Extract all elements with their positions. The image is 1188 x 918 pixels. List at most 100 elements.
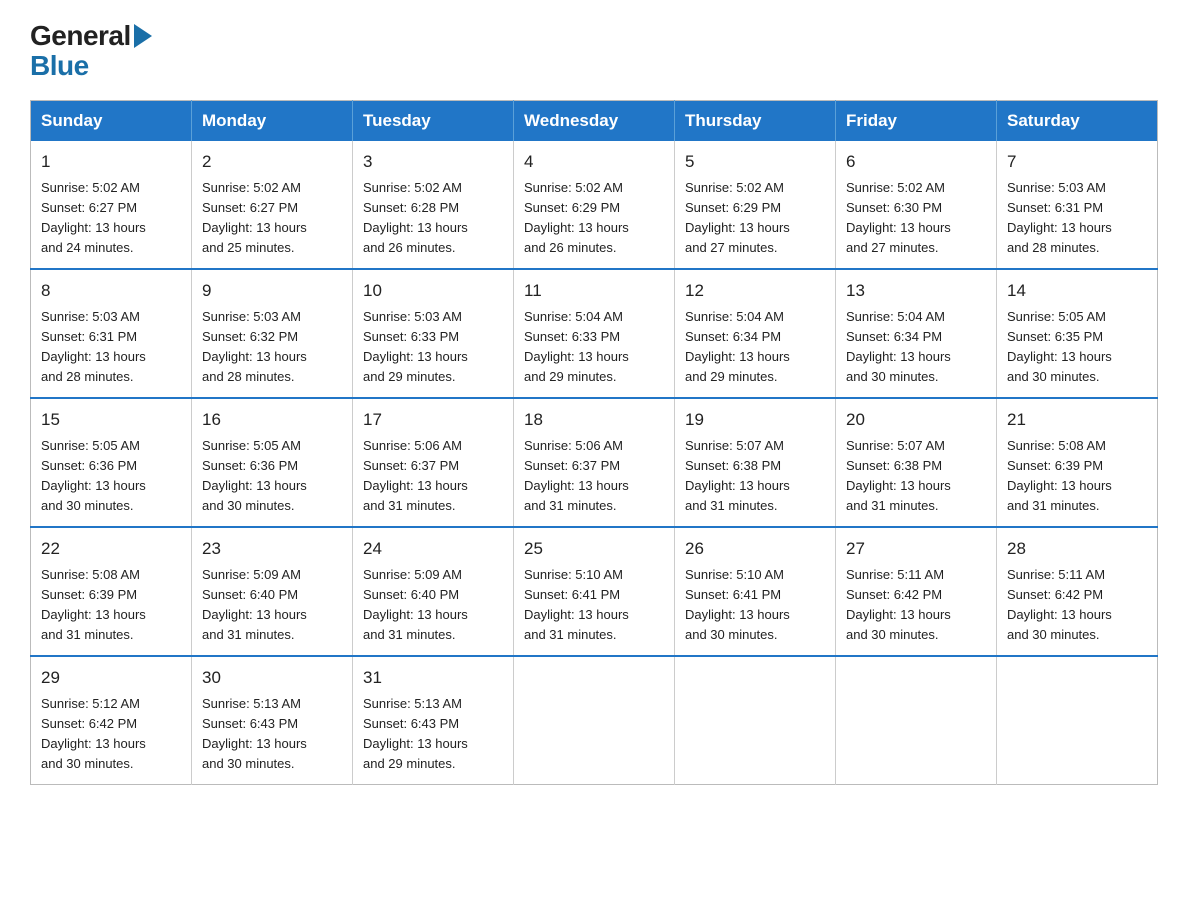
- page-header: General Blue: [30, 20, 1158, 82]
- day-info: Sunrise: 5:02 AMSunset: 6:29 PMDaylight:…: [524, 178, 664, 259]
- calendar-week-row: 8Sunrise: 5:03 AMSunset: 6:31 PMDaylight…: [31, 269, 1158, 398]
- calendar-day-cell: 21 Sunrise: 5:08 AMSunset: 6:39 PMDayligh…: [997, 398, 1158, 527]
- day-info: Sunrise: 5:05 AMSunset: 6:36 PMDaylight:…: [202, 436, 342, 517]
- day-info: Sunrise: 5:07 AMSunset: 6:38 PMDaylight:…: [846, 436, 986, 517]
- day-number: 14: [1007, 278, 1147, 304]
- day-number: 25: [524, 536, 664, 562]
- day-info: Sunrise: 5:10 AMSunset: 6:41 PMDaylight:…: [524, 565, 664, 646]
- day-info: Sunrise: 5:08 AMSunset: 6:39 PMDaylight:…: [41, 565, 181, 646]
- calendar-day-cell: 18 Sunrise: 5:06 AMSunset: 6:37 PMDayligh…: [514, 398, 675, 527]
- day-number: 6: [846, 149, 986, 175]
- day-info: Sunrise: 5:06 AMSunset: 6:37 PMDaylight:…: [524, 436, 664, 517]
- day-info: Sunrise: 5:03 AMSunset: 6:32 PMDaylight:…: [202, 307, 342, 388]
- day-info: Sunrise: 5:11 AMSunset: 6:42 PMDaylight:…: [1007, 565, 1147, 646]
- calendar-week-row: 15Sunrise: 5:05 AMSunset: 6:36 PMDayligh…: [31, 398, 1158, 527]
- day-number: 19: [685, 407, 825, 433]
- day-number: 9: [202, 278, 342, 304]
- calendar-day-cell: 26 Sunrise: 5:10 AMSunset: 6:41 PMDayligh…: [675, 527, 836, 656]
- calendar-day-cell: 29 Sunrise: 5:12 AMSunset: 6:42 PMDayligh…: [31, 656, 192, 785]
- day-info: Sunrise: 5:07 AMSunset: 6:38 PMDaylight:…: [685, 436, 825, 517]
- calendar-day-cell: [675, 656, 836, 785]
- calendar-day-cell: 3 Sunrise: 5:02 AMSunset: 6:28 PMDaylight…: [353, 141, 514, 269]
- col-header-wednesday: Wednesday: [514, 101, 675, 142]
- calendar-day-cell: 30 Sunrise: 5:13 AMSunset: 6:43 PMDayligh…: [192, 656, 353, 785]
- calendar-day-cell: 23 Sunrise: 5:09 AMSunset: 6:40 PMDayligh…: [192, 527, 353, 656]
- day-number: 21: [1007, 407, 1147, 433]
- calendar-day-cell: 15Sunrise: 5:05 AMSunset: 6:36 PMDayligh…: [31, 398, 192, 527]
- day-number: 1: [41, 149, 181, 175]
- day-info: Sunrise: 5:02 AMSunset: 6:28 PMDaylight:…: [363, 178, 503, 259]
- calendar-table: SundayMondayTuesdayWednesdayThursdayFrid…: [30, 100, 1158, 785]
- logo-general-text: General: [30, 20, 131, 52]
- day-info: Sunrise: 5:03 AMSunset: 6:31 PMDaylight:…: [1007, 178, 1147, 259]
- day-info: Sunrise: 5:02 AMSunset: 6:27 PMDaylight:…: [41, 178, 181, 259]
- day-number: 2: [202, 149, 342, 175]
- calendar-day-cell: 24 Sunrise: 5:09 AMSunset: 6:40 PMDayligh…: [353, 527, 514, 656]
- col-header-thursday: Thursday: [675, 101, 836, 142]
- day-number: 31: [363, 665, 503, 691]
- day-info: Sunrise: 5:04 AMSunset: 6:34 PMDaylight:…: [846, 307, 986, 388]
- calendar-week-row: 29 Sunrise: 5:12 AMSunset: 6:42 PMDayligh…: [31, 656, 1158, 785]
- day-info: Sunrise: 5:05 AMSunset: 6:36 PMDaylight:…: [41, 436, 181, 517]
- calendar-day-cell: 2Sunrise: 5:02 AMSunset: 6:27 PMDaylight…: [192, 141, 353, 269]
- calendar-day-cell: 6 Sunrise: 5:02 AMSunset: 6:30 PMDaylight…: [836, 141, 997, 269]
- day-info: Sunrise: 5:08 AMSunset: 6:39 PMDaylight:…: [1007, 436, 1147, 517]
- day-info: Sunrise: 5:06 AMSunset: 6:37 PMDaylight:…: [363, 436, 503, 517]
- day-number: 29: [41, 665, 181, 691]
- day-number: 23: [202, 536, 342, 562]
- calendar-day-cell: 31Sunrise: 5:13 AMSunset: 6:43 PMDayligh…: [353, 656, 514, 785]
- day-number: 5: [685, 149, 825, 175]
- day-number: 12: [685, 278, 825, 304]
- logo: General Blue: [30, 20, 152, 82]
- day-number: 17: [363, 407, 503, 433]
- calendar-day-cell: 9 Sunrise: 5:03 AMSunset: 6:32 PMDaylight…: [192, 269, 353, 398]
- day-info: Sunrise: 5:11 AMSunset: 6:42 PMDaylight:…: [846, 565, 986, 646]
- day-info: Sunrise: 5:02 AMSunset: 6:29 PMDaylight:…: [685, 178, 825, 259]
- day-number: 4: [524, 149, 664, 175]
- calendar-week-row: 1 Sunrise: 5:02 AMSunset: 6:27 PMDaylight…: [31, 141, 1158, 269]
- day-number: 18: [524, 407, 664, 433]
- day-info: Sunrise: 5:05 AMSunset: 6:35 PMDaylight:…: [1007, 307, 1147, 388]
- day-info: Sunrise: 5:09 AMSunset: 6:40 PMDaylight:…: [202, 565, 342, 646]
- day-number: 28: [1007, 536, 1147, 562]
- calendar-day-cell: 5 Sunrise: 5:02 AMSunset: 6:29 PMDaylight…: [675, 141, 836, 269]
- day-number: 20: [846, 407, 986, 433]
- calendar-day-cell: 17 Sunrise: 5:06 AMSunset: 6:37 PMDayligh…: [353, 398, 514, 527]
- day-number: 22: [41, 536, 181, 562]
- col-header-tuesday: Tuesday: [353, 101, 514, 142]
- calendar-day-cell: 10Sunrise: 5:03 AMSunset: 6:33 PMDayligh…: [353, 269, 514, 398]
- day-info: Sunrise: 5:04 AMSunset: 6:34 PMDaylight:…: [685, 307, 825, 388]
- calendar-day-cell: 25 Sunrise: 5:10 AMSunset: 6:41 PMDayligh…: [514, 527, 675, 656]
- day-info: Sunrise: 5:12 AMSunset: 6:42 PMDaylight:…: [41, 694, 181, 775]
- day-info: Sunrise: 5:02 AMSunset: 6:30 PMDaylight:…: [846, 178, 986, 259]
- day-number: 11: [524, 278, 664, 304]
- day-info: Sunrise: 5:09 AMSunset: 6:40 PMDaylight:…: [363, 565, 503, 646]
- day-number: 3: [363, 149, 503, 175]
- calendar-day-cell: 22 Sunrise: 5:08 AMSunset: 6:39 PMDayligh…: [31, 527, 192, 656]
- calendar-day-cell: 1 Sunrise: 5:02 AMSunset: 6:27 PMDaylight…: [31, 141, 192, 269]
- calendar-header-row: SundayMondayTuesdayWednesdayThursdayFrid…: [31, 101, 1158, 142]
- day-number: 26: [685, 536, 825, 562]
- col-header-sunday: Sunday: [31, 101, 192, 142]
- calendar-day-cell: 19 Sunrise: 5:07 AMSunset: 6:38 PMDayligh…: [675, 398, 836, 527]
- calendar-day-cell: [514, 656, 675, 785]
- day-info: Sunrise: 5:13 AMSunset: 6:43 PMDaylight:…: [202, 694, 342, 775]
- calendar-day-cell: 16Sunrise: 5:05 AMSunset: 6:36 PMDayligh…: [192, 398, 353, 527]
- day-number: 13: [846, 278, 986, 304]
- day-number: 24: [363, 536, 503, 562]
- calendar-week-row: 22 Sunrise: 5:08 AMSunset: 6:39 PMDayligh…: [31, 527, 1158, 656]
- day-number: 10: [363, 278, 503, 304]
- day-info: Sunrise: 5:04 AMSunset: 6:33 PMDaylight:…: [524, 307, 664, 388]
- day-info: Sunrise: 5:03 AMSunset: 6:31 PMDaylight:…: [41, 307, 181, 388]
- day-number: 27: [846, 536, 986, 562]
- calendar-day-cell: [997, 656, 1158, 785]
- day-number: 7: [1007, 149, 1147, 175]
- day-info: Sunrise: 5:10 AMSunset: 6:41 PMDaylight:…: [685, 565, 825, 646]
- day-number: 30: [202, 665, 342, 691]
- calendar-day-cell: 7 Sunrise: 5:03 AMSunset: 6:31 PMDaylight…: [997, 141, 1158, 269]
- col-header-monday: Monday: [192, 101, 353, 142]
- col-header-friday: Friday: [836, 101, 997, 142]
- calendar-day-cell: 4 Sunrise: 5:02 AMSunset: 6:29 PMDaylight…: [514, 141, 675, 269]
- calendar-day-cell: 28 Sunrise: 5:11 AMSunset: 6:42 PMDayligh…: [997, 527, 1158, 656]
- col-header-saturday: Saturday: [997, 101, 1158, 142]
